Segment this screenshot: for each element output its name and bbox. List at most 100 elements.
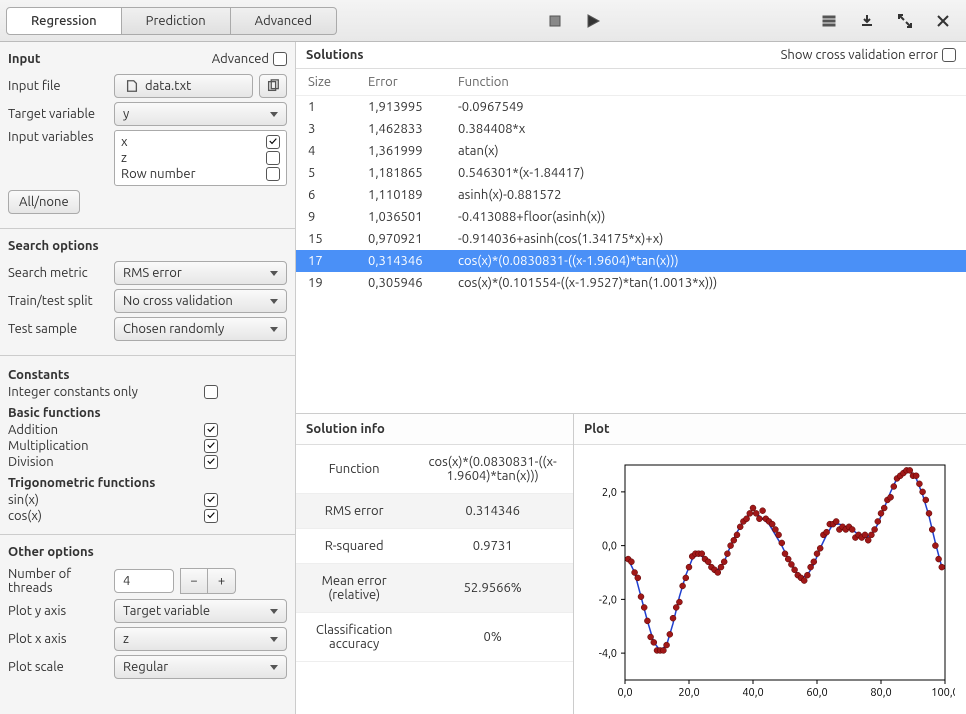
func-checkbox[interactable] — [204, 509, 218, 523]
cell-error: 0,305946 — [356, 272, 446, 294]
cell-error: 1,036501 — [356, 206, 446, 228]
solution-info-title: Solution info — [296, 414, 573, 445]
func-checkbox[interactable] — [204, 455, 218, 469]
info-label: R-squared — [296, 529, 412, 564]
func-row: cos(x) — [8, 508, 218, 524]
y-axis-select[interactable]: Target variable — [114, 599, 287, 623]
metric-value: RMS error — [123, 266, 182, 280]
scale-value: Regular — [123, 660, 168, 674]
var-checkbox[interactable] — [266, 151, 280, 165]
download-icon[interactable] — [850, 7, 884, 35]
col-error[interactable]: Error — [356, 69, 446, 96]
play-button[interactable] — [576, 7, 610, 35]
sample-value: Chosen randomly — [123, 322, 224, 336]
copy-icon — [266, 79, 280, 93]
solution-row[interactable]: 150,970921-0.914036+asinh(cos(1.34175*x)… — [296, 228, 966, 250]
target-select[interactable]: y — [114, 102, 287, 126]
input-title: Input — [8, 52, 41, 66]
solution-row[interactable]: 190,305946cos(x)*(0.101554-((x-1.9527)*t… — [296, 272, 966, 294]
close-icon[interactable] — [926, 7, 960, 35]
show-cv-checkbox[interactable] — [942, 48, 956, 62]
chevron-down-icon — [270, 271, 278, 276]
solutions-table-wrap[interactable]: Size Error Function 11,913995-0.09675493… — [296, 69, 966, 414]
info-row: Functioncos(x)*(0.0830831-((x-1.9604)*ta… — [296, 445, 573, 494]
solution-row[interactable]: 170,314346cos(x)*(0.0830831-((x-1.9604)*… — [296, 250, 966, 272]
func-checkbox[interactable] — [204, 423, 218, 437]
var-row[interactable]: x — [121, 134, 280, 150]
col-size[interactable]: Size — [296, 69, 356, 96]
split-select[interactable]: No cross validation — [114, 289, 287, 313]
scale-select[interactable]: Regular — [114, 655, 287, 679]
x-axis-select[interactable]: z — [114, 627, 287, 651]
target-value: y — [123, 107, 129, 121]
chevron-down-icon — [270, 327, 278, 332]
expand-icon[interactable] — [888, 7, 922, 35]
cell-size: 5 — [296, 162, 356, 184]
tab-advanced[interactable]: Advanced — [231, 7, 337, 35]
svg-text:60,0: 60,0 — [806, 687, 827, 699]
cell-error: 1,181865 — [356, 162, 446, 184]
svg-text:2,0: 2,0 — [602, 486, 617, 498]
int-const-checkbox[interactable] — [204, 385, 218, 399]
cell-func: -0.0967549 — [446, 96, 966, 119]
other-section: Other options Number of threads 4 − + Pl… — [0, 535, 295, 693]
solution-info-table: Functioncos(x)*(0.0830831-((x-1.9604)*ta… — [296, 445, 573, 662]
menu-icon[interactable] — [812, 7, 846, 35]
solution-row[interactable]: 31,4628330.384408*x — [296, 118, 966, 140]
var-checkbox[interactable] — [266, 135, 280, 149]
var-row[interactable]: Row number — [121, 166, 280, 182]
threads-label: Number of threads — [8, 567, 108, 595]
stop-button[interactable] — [538, 7, 572, 35]
solution-row[interactable]: 11,913995-0.0967549 — [296, 96, 966, 119]
func-row: sin(x) — [8, 492, 218, 508]
chevron-down-icon — [270, 299, 278, 304]
solution-row[interactable]: 51,1818650.546301*(x-1.84417) — [296, 162, 966, 184]
cell-error: 0,314346 — [356, 250, 446, 272]
y-axis-value: Target variable — [123, 604, 210, 618]
var-list[interactable]: xzRow number — [114, 130, 287, 186]
solution-row[interactable]: 41,361999atan(x) — [296, 140, 966, 162]
y-axis-label: Plot y axis — [8, 604, 108, 618]
func-checkbox[interactable] — [204, 439, 218, 453]
cell-size: 17 — [296, 250, 356, 272]
threads-plus[interactable]: + — [208, 568, 236, 594]
info-label: Function — [296, 445, 412, 494]
tab-regression[interactable]: Regression — [6, 7, 122, 35]
tab-prediction[interactable]: Prediction — [122, 7, 231, 35]
cell-func: asinh(x)-0.881572 — [446, 184, 966, 206]
func-row: Addition — [8, 422, 218, 438]
threads-minus[interactable]: − — [180, 568, 208, 594]
file-icon — [125, 79, 139, 93]
svg-text:80,0: 80,0 — [870, 687, 891, 699]
input-advanced-checkbox[interactable] — [273, 52, 287, 66]
threads-stepper[interactable]: 4 − + — [114, 568, 236, 594]
svg-text:20,0: 20,0 — [678, 687, 699, 699]
func-checkbox[interactable] — [204, 493, 218, 507]
solution-row[interactable]: 91,036501-0.413088+floor(asinh(x)) — [296, 206, 966, 228]
input-file-button[interactable]: data.txt — [114, 74, 253, 98]
functions-section: Constants Integer constants only Basic f… — [0, 356, 295, 535]
var-row[interactable]: z — [121, 150, 280, 166]
var-checkbox[interactable] — [266, 167, 280, 181]
solution-row[interactable]: 61,110189asinh(x)-0.881572 — [296, 184, 966, 206]
sample-select[interactable]: Chosen randomly — [114, 317, 287, 341]
func-name: cos(x) — [8, 509, 42, 523]
left-panel: Input Advanced Input file data.txt Targe… — [0, 42, 296, 714]
info-label: RMS error — [296, 494, 412, 529]
plot-title: Plot — [574, 414, 966, 445]
info-value: 0.314346 — [412, 494, 573, 529]
split-label: Train/test split — [8, 294, 108, 308]
func-row: Division — [8, 454, 218, 470]
plot-chart: -4,0-2,00,02,00,020,040,060,080,0100,0 — [585, 455, 955, 705]
metric-select[interactable]: RMS error — [114, 261, 287, 285]
cell-func: -0.914036+asinh(cos(1.34175*x)+x) — [446, 228, 966, 250]
info-value: 52.9566% — [412, 564, 573, 613]
threads-value[interactable]: 4 — [114, 569, 174, 593]
toolbar: Regression Prediction Advanced — [0, 0, 966, 42]
copy-file-button[interactable] — [259, 74, 287, 98]
func-row: Multiplication — [8, 438, 218, 454]
chevron-down-icon — [270, 609, 278, 614]
col-function[interactable]: Function — [446, 69, 966, 96]
cell-error: 0,970921 — [356, 228, 446, 250]
all-none-button[interactable]: All/none — [8, 190, 80, 214]
